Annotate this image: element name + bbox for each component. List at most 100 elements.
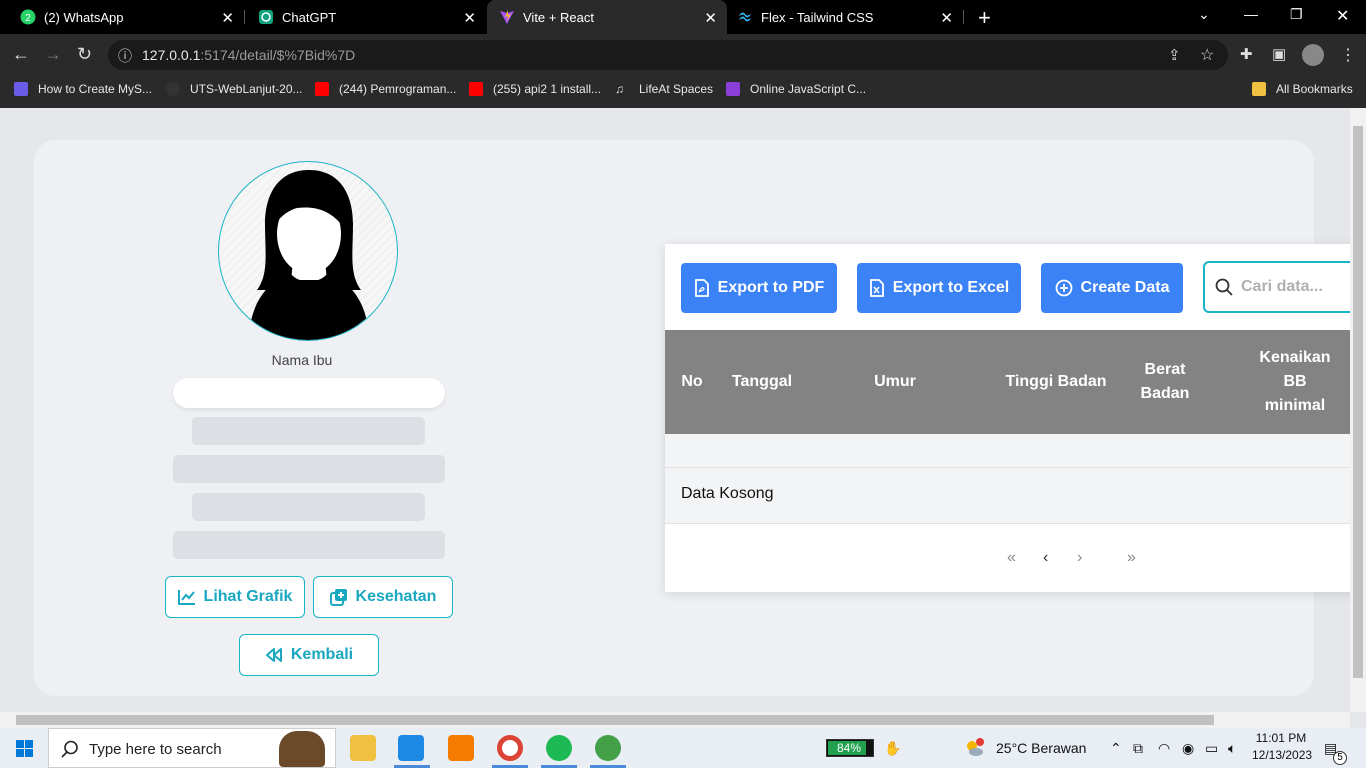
minimize-icon[interactable]: — <box>1244 6 1258 22</box>
tab-search-icon[interactable]: ⌄ <box>1198 6 1210 23</box>
medical-add-icon <box>329 589 347 606</box>
all-bookmarks[interactable]: All Bookmarks <box>1252 82 1353 96</box>
chart-line-icon <box>177 590 195 605</box>
forward-icon[interactable]: → <box>44 44 62 65</box>
network-adapter-icon[interactable]: ⧉ <box>1133 740 1143 757</box>
bookmark-item[interactable]: UTS-WebLanjut-20... <box>166 82 303 96</box>
bookmark-star-icon[interactable]: ☆ <box>1200 45 1214 65</box>
windows-start-icon[interactable] <box>16 740 33 762</box>
download-manager-icon[interactable] <box>595 735 621 761</box>
reload-icon[interactable]: ↻ <box>77 44 92 65</box>
chrome-icon[interactable] <box>497 735 523 761</box>
taskbar-search[interactable]: Type here to search <box>48 728 336 768</box>
lihat-grafik-button[interactable]: Lihat Grafik <box>165 576 305 618</box>
xampp-icon[interactable] <box>448 735 474 761</box>
camera-icon[interactable]: ◉ <box>1182 740 1194 757</box>
weather-text[interactable]: 25°C Berawan <box>996 740 1086 756</box>
export-excel-button[interactable]: Export to Excel <box>857 263 1021 313</box>
bookmark-item[interactable]: Online JavaScript C... <box>726 82 866 96</box>
last-page-button[interactable]: » <box>1127 549 1136 567</box>
tab-title: Flex - Tailwind CSS <box>761 9 874 25</box>
hidden-icons-chevron-icon[interactable]: ⌃ <box>1110 740 1122 757</box>
mother-name-label: Nama Ibu <box>271 352 333 368</box>
battery-tray-icon[interactable]: ▭ <box>1205 740 1218 757</box>
close-window-icon[interactable]: ✕ <box>1336 6 1349 26</box>
page-viewport: Nama Ibu Lihat Grafik Kesehatan Kembali … <box>0 108 1350 712</box>
tab-separator <box>963 10 964 24</box>
empty-table-message: Data Kosong <box>681 485 774 502</box>
site-info-icon[interactable]: ⓘ <box>118 46 132 66</box>
menu-icon[interactable]: ⋮ <box>1340 45 1356 65</box>
wifi-icon[interactable]: ◠ <box>1158 740 1170 757</box>
tab-title: ChatGPT <box>282 9 337 25</box>
svg-text:2: 2 <box>25 13 31 24</box>
tab-whatsapp[interactable]: 2 (2) WhatsApp ✕ <box>0 0 244 34</box>
column-header-berat-badan[interactable]: Berat Badan <box>1135 358 1195 406</box>
column-header-tanggal[interactable]: Tanggal <box>725 370 799 394</box>
column-header-kenaikan-bb-minimal[interactable]: Kenaikan BB minimal <box>1255 346 1335 418</box>
close-tab-icon[interactable]: ✕ <box>704 9 717 27</box>
vite-icon <box>499 9 515 25</box>
share-icon[interactable]: ⇪ <box>1168 46 1181 64</box>
table-row <box>665 434 1350 468</box>
tab-title: Vite + React <box>523 9 594 25</box>
restore-icon[interactable]: ❐ <box>1290 6 1303 23</box>
notification-count-badge: 5 <box>1333 751 1347 765</box>
profile-avatar[interactable] <box>1302 44 1324 66</box>
close-tab-icon[interactable]: ✕ <box>940 9 953 27</box>
bookmark-item[interactable]: (255) api2 1 install... <box>469 82 601 96</box>
detail-card: Nama Ibu Lihat Grafik Kesehatan Kembali … <box>34 140 1350 696</box>
tab-tailwind[interactable]: Flex - Tailwind CSS ✕ <box>727 0 963 34</box>
mother-avatar <box>218 161 398 341</box>
folder-icon <box>1252 82 1266 96</box>
bookmark-item[interactable]: How to Create MyS... <box>14 82 152 96</box>
column-header-tinggi-badan[interactable]: Tinggi Badan <box>1001 370 1111 394</box>
github-icon <box>166 82 180 96</box>
volume-icon[interactable]: 🔈︎ <box>1228 740 1236 757</box>
bookmark-icon <box>14 82 28 96</box>
new-tab-icon[interactable]: + <box>978 5 991 31</box>
excel-file-icon <box>869 279 884 297</box>
search-box[interactable] <box>1203 261 1350 313</box>
chatgpt-icon <box>258 9 274 25</box>
kembali-button[interactable]: Kembali <box>239 634 379 676</box>
bookmark-item[interactable]: ♫ LifeAt Spaces <box>615 82 713 96</box>
next-page-button[interactable]: › <box>1077 549 1082 567</box>
youtube-icon <box>315 82 329 96</box>
whatsapp-icon: 2 <box>20 9 36 25</box>
prev-page-button[interactable]: ‹ <box>1043 549 1048 567</box>
clock[interactable]: 11:01 PM 12/13/2023 <box>1252 731 1312 762</box>
vertical-scroll-thumb[interactable] <box>1353 126 1363 678</box>
loading-placeholder <box>173 455 445 483</box>
search-input[interactable] <box>1241 278 1350 296</box>
horizontal-scroll-thumb[interactable] <box>16 715 1214 725</box>
column-header-umur[interactable]: Umur <box>865 370 925 394</box>
sidepanel-icon[interactable]: ▣ <box>1272 45 1286 63</box>
touch-icon[interactable]: ✋ <box>884 740 901 757</box>
music-note-icon: ♫ <box>615 82 624 96</box>
search-icon <box>61 740 78 758</box>
tab-chatgpt[interactable]: ChatGPT ✕ <box>238 0 486 34</box>
taskbar-search-text: Type here to search <box>89 741 222 758</box>
export-pdf-button[interactable]: Export to PDF <box>681 263 837 313</box>
vscode-icon[interactable] <box>398 735 424 761</box>
battery-indicator[interactable]: 84% <box>826 739 874 757</box>
youtube-icon <box>469 82 483 96</box>
kesehatan-button[interactable]: Kesehatan <box>313 576 453 618</box>
create-data-button[interactable]: Create Data <box>1041 263 1183 313</box>
file-explorer-icon[interactable] <box>350 735 376 761</box>
bookmark-item[interactable]: (244) Pemrograman... <box>315 82 456 96</box>
url-text[interactable]: 127.0.0.1:5174/detail/$%7Bid%7D <box>142 47 355 63</box>
tab-vite-react[interactable]: Vite + React ✕ <box>487 0 727 34</box>
back-icon[interactable]: ← <box>12 44 30 65</box>
column-header-no[interactable]: No <box>675 370 709 394</box>
first-page-button[interactable]: « <box>1007 549 1016 567</box>
tailwind-icon <box>737 9 753 25</box>
loading-placeholder <box>192 493 425 521</box>
close-tab-icon[interactable]: ✕ <box>221 9 234 27</box>
loading-placeholder <box>173 531 445 559</box>
spotify-icon[interactable] <box>546 735 572 761</box>
extensions-icon[interactable]: ✚ <box>1240 45 1253 63</box>
weather-icon[interactable] <box>964 738 984 758</box>
close-tab-icon[interactable]: ✕ <box>463 9 476 27</box>
